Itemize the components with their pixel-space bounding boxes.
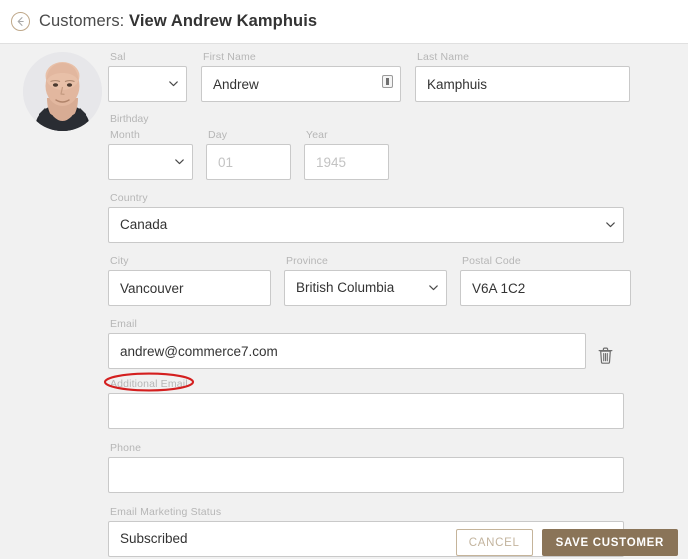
- city-group: City: [108, 255, 271, 306]
- phone-label: Phone: [110, 442, 638, 455]
- contact-autofill-icon[interactable]: [382, 75, 393, 88]
- city-label: City: [110, 255, 271, 268]
- province-label: Province: [286, 255, 447, 268]
- last-name-group: Last Name: [415, 51, 630, 102]
- salutation-select[interactable]: Mr.Mrs.Ms.Dr.: [108, 66, 187, 102]
- breadcrumb: Customers: View Andrew Kamphuis: [39, 12, 317, 31]
- postal-code-label: Postal Code: [462, 255, 631, 268]
- birth-year-label: Year: [306, 129, 389, 142]
- customer-form-panel: Sal Mr.Mrs.Ms.Dr. First Name Last Name: [0, 44, 688, 559]
- birthday-row: Month JanuaryFebruaryMarchAprilMayJuneJu…: [108, 129, 638, 180]
- postal-code-group: Postal Code: [460, 255, 631, 306]
- birth-month-group: Month JanuaryFebruaryMarchAprilMayJuneJu…: [108, 129, 193, 180]
- cancel-button[interactable]: CANCEL: [456, 529, 533, 556]
- salutation-group: Sal Mr.Mrs.Ms.Dr.: [108, 51, 187, 102]
- birth-day-group: Day: [206, 129, 291, 180]
- email-label: Email: [110, 318, 586, 331]
- email-input[interactable]: [108, 333, 586, 369]
- email-marketing-status-label: Email Marketing Status: [110, 506, 638, 519]
- breadcrumb-parent[interactable]: Customers:: [39, 12, 124, 30]
- additional-email-group: Additional Email: [108, 369, 638, 429]
- page-header: Customers: View Andrew Kamphuis: [0, 0, 688, 44]
- salutation-label: Sal: [110, 51, 187, 64]
- phone-group: Phone: [108, 429, 638, 493]
- first-name-input[interactable]: [201, 66, 401, 102]
- form-actions: CANCEL SAVE CUSTOMER: [456, 529, 678, 556]
- birth-month-select[interactable]: JanuaryFebruaryMarchAprilMayJuneJulyAugu…: [108, 144, 193, 180]
- province-select[interactable]: British ColumbiaAlbertaOntarioQuebecMani…: [284, 270, 447, 306]
- birthday-group-label: Birthday: [110, 113, 638, 126]
- country-group: Country CanadaUnited StatesAustraliaUnit…: [108, 180, 638, 243]
- country-label: Country: [110, 192, 638, 205]
- email-row: Email: [108, 306, 638, 369]
- first-name-group: First Name: [201, 51, 401, 102]
- page-title: View Andrew Kamphuis: [129, 12, 317, 30]
- birth-year-input[interactable]: [304, 144, 389, 180]
- birth-year-group: Year: [304, 129, 389, 180]
- trash-icon: [598, 347, 613, 364]
- delete-email-button[interactable]: [586, 318, 624, 369]
- birthday-section: Birthday Month JanuaryFebruaryMarchApril…: [108, 102, 638, 180]
- postal-code-input[interactable]: [460, 270, 631, 306]
- birth-day-label: Day: [208, 129, 291, 142]
- name-row: Sal Mr.Mrs.Ms.Dr. First Name Last Name: [108, 44, 638, 102]
- last-name-label: Last Name: [417, 51, 630, 64]
- save-customer-button[interactable]: SAVE CUSTOMER: [542, 529, 678, 556]
- address-row: City Province British ColumbiaAlbertaOnt…: [108, 243, 638, 306]
- province-group: Province British ColumbiaAlbertaOntarioQ…: [284, 255, 447, 306]
- birth-day-input[interactable]: [206, 144, 291, 180]
- avatar: [23, 52, 102, 131]
- additional-email-label: Additional Email: [110, 378, 638, 391]
- phone-input[interactable]: [108, 457, 624, 493]
- email-group: Email: [108, 318, 586, 369]
- customer-form: Sal Mr.Mrs.Ms.Dr. First Name Last Name: [108, 44, 638, 557]
- back-arrow-circle-icon[interactable]: [11, 12, 30, 31]
- birth-month-label: Month: [110, 129, 193, 142]
- city-input[interactable]: [108, 270, 271, 306]
- first-name-label: First Name: [203, 51, 401, 64]
- last-name-input[interactable]: [415, 66, 630, 102]
- country-select[interactable]: CanadaUnited StatesAustraliaUnited Kingd…: [108, 207, 624, 243]
- additional-email-input[interactable]: [108, 393, 624, 429]
